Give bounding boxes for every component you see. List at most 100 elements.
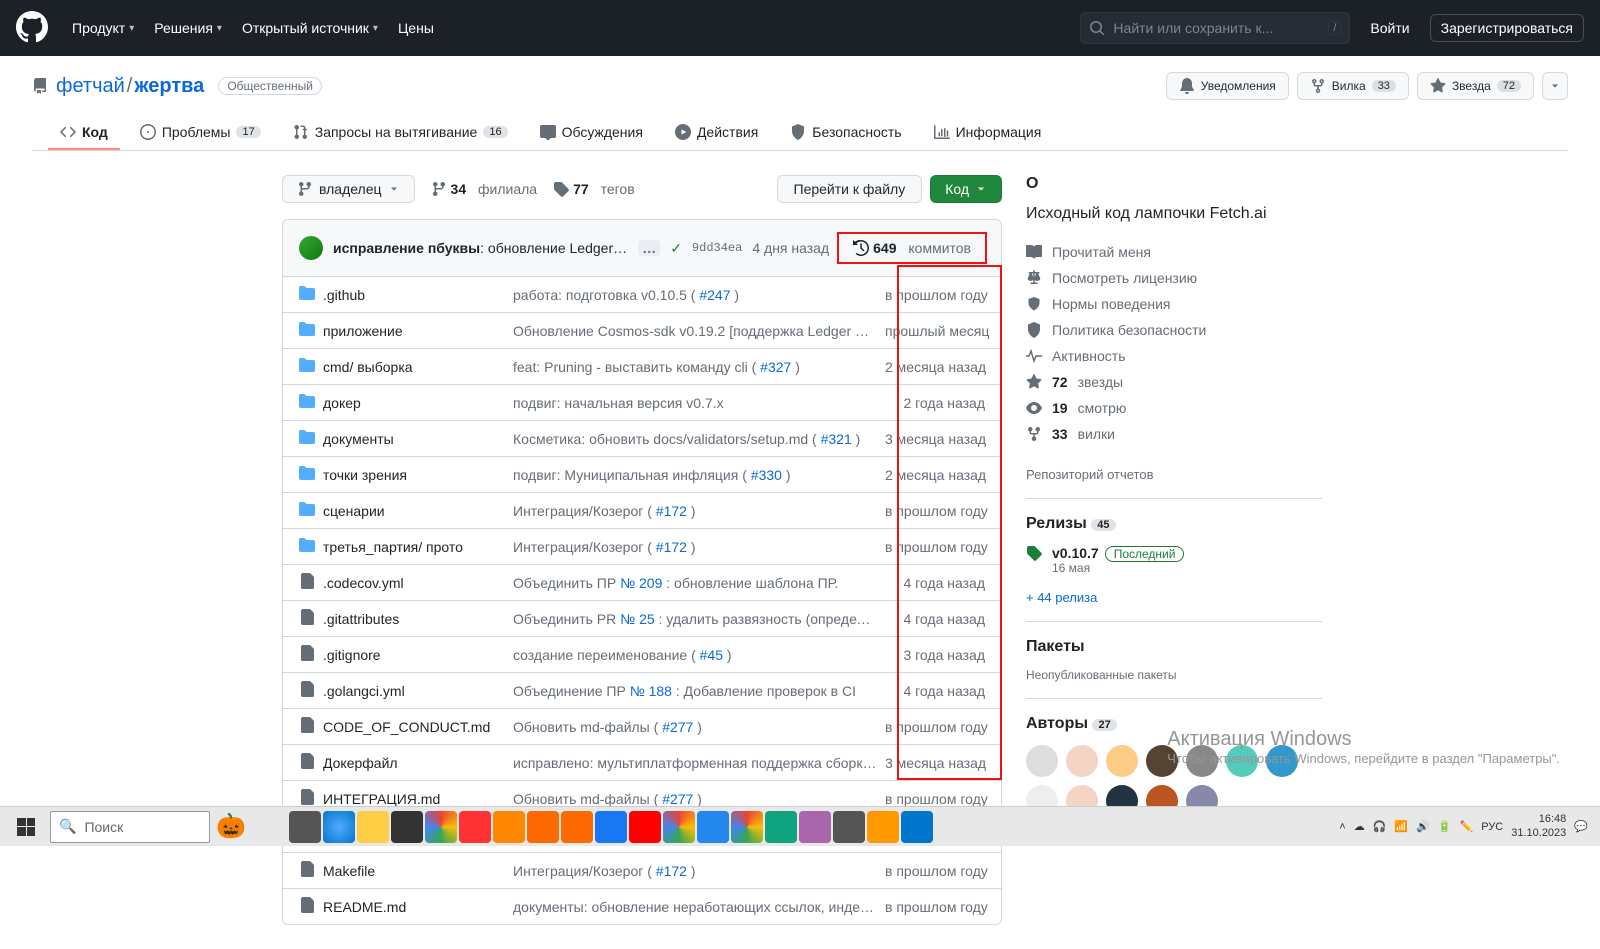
app-icon[interactable] [391,811,423,843]
commit-message[interactable]: Обновить md-файлы ( #277 ) [513,791,885,807]
app-icon[interactable] [799,811,831,843]
check-icon[interactable]: ✓ [670,240,682,257]
file-name[interactable]: .codecov.yml [323,575,513,591]
meta-item[interactable]: Прочитай меня [1026,239,1322,265]
commit-message[interactable]: исправление пбуквы: обновление Ledger-co… [333,240,628,256]
nav-item-0[interactable]: Продукт ▾ [64,14,142,42]
tags-link[interactable]: 77 тегов [553,181,635,197]
meta-item[interactable]: Посмотреть лицензию [1026,265,1322,291]
file-name[interactable]: .github [323,287,513,303]
app-icon[interactable] [867,811,899,843]
tray-icon[interactable]: 🔊 [1416,820,1430,833]
file-name[interactable]: .gitignore [323,647,513,663]
file-name[interactable]: Докерфайл [323,755,513,771]
commit-message[interactable]: исправлено: мультиплатформенная поддержк… [513,755,885,771]
commit-message[interactable]: Интеграция/Козерог ( #172 ) [513,863,885,879]
nav-item-2[interactable]: Открытый источник ▾ [234,14,386,42]
tab-shield[interactable]: Безопасность [778,116,913,150]
tray-icon[interactable]: 🔋 [1438,820,1452,833]
file-name[interactable]: третья_партия/ прото [323,539,513,555]
commit-message[interactable]: работа: подготовка v0.10.5 ( #247 ) [513,287,885,303]
commit-message[interactable]: документы: обновление неработающих ссыло… [513,899,885,915]
meta-item[interactable]: 33 вилки [1026,421,1322,447]
system-tray[interactable]: ˄ ☁ 🎧 📶 🔊 🔋 ✏️ РУС 16:48 31.10.2023 💬 [1339,813,1596,839]
github-logo-icon[interactable] [16,11,48,46]
tab-play[interactable]: Действия [663,116,770,150]
meta-item[interactable]: 19 смотрю [1026,395,1322,421]
file-name[interactable]: документы [323,431,513,447]
meta-item[interactable]: 72 звезды [1026,369,1322,395]
app-icon[interactable] [595,811,627,843]
nav-item-3[interactable]: Цены [390,14,442,42]
tab-graph[interactable]: Информация [922,116,1054,150]
file-name[interactable]: докер [323,395,513,411]
meta-item[interactable]: Политика безопасности [1026,317,1322,343]
search-input[interactable]: Найти или сохранить к... / [1080,12,1350,44]
app-icon[interactable] [663,811,695,843]
commit-message[interactable]: Объединение ПР № 188 : Добавление провер… [513,683,885,699]
commit-time[interactable]: 4 дня назад [752,240,829,256]
more-button[interactable]: … [638,240,660,256]
fork-button[interactable]: Вилка 33 [1297,72,1409,100]
latest-release[interactable]: v0.10.7Последний 16 мая [1026,545,1322,575]
report-repo-link[interactable]: Репозиторий отчетов [1026,467,1154,482]
app-icon[interactable] [561,811,593,843]
file-name[interactable]: CODE_OF_CONDUCT.md [323,719,513,735]
commit-message[interactable]: Косметика: обновить docs/validators/setu… [513,431,885,447]
tray-icon[interactable]: 📶 [1394,820,1408,833]
branches-link[interactable]: 34 филиала [431,181,538,197]
file-name[interactable]: приложение [323,323,513,339]
tray-icon[interactable]: ☁ [1354,820,1365,833]
tray-icon[interactable]: ✏️ [1460,820,1474,833]
meta-item[interactable]: Нормы поведения [1026,291,1322,317]
more-releases-link[interactable]: + 44 релиза [1026,590,1097,605]
tab-disc[interactable]: Обсуждения [528,116,655,150]
commit-message[interactable]: Обновление Cosmos-sdk v0.19.2 [поддержка… [513,323,885,339]
file-name[interactable]: README.md [323,899,513,915]
clock[interactable]: 16:48 31.10.2023 [1511,813,1566,839]
file-name[interactable]: Makefile [323,863,513,879]
contributors-heading[interactable]: Авторы 27 [1026,715,1322,733]
app-icon[interactable] [425,811,457,843]
taskbar-search[interactable]: 🔍 Поиск [50,811,210,843]
app-icon[interactable] [357,811,389,843]
file-name[interactable]: ИНТЕГРАЦИЯ.md [323,791,513,807]
app-icon[interactable] [901,811,933,843]
goto-file-button[interactable]: Перейти к файлу [777,175,923,203]
app-icon[interactable] [765,811,797,843]
owner-link[interactable]: фетчай [56,75,125,97]
tab-pr[interactable]: Запросы на вытягивание16 [281,116,520,150]
commits-count-link[interactable]: 649 коммитов [837,232,987,264]
commit-message[interactable]: Обновить md-файлы ( #277 ) [513,719,885,735]
tab-issue[interactable]: Проблемы17 [128,116,273,150]
commit-message[interactable]: создание переименование ( #45 ) [513,647,885,663]
repo-link[interactable]: жертва [134,75,204,97]
app-icon[interactable] [289,811,321,843]
app-icon[interactable] [459,811,491,843]
app-icon[interactable] [323,811,355,843]
notifications-button[interactable]: Уведомления [1166,72,1289,100]
language-indicator[interactable]: РУС [1481,821,1503,833]
commit-sha[interactable]: 9dd34ea [692,241,742,255]
releases-heading[interactable]: Релизы 45 [1026,515,1322,533]
app-icon[interactable] [527,811,559,843]
app-icon[interactable] [833,811,865,843]
file-name[interactable]: сценарии [323,503,513,519]
star-button[interactable]: Звезда 72 [1417,72,1534,100]
packages-heading[interactable]: Пакеты [1026,638,1322,656]
file-name[interactable]: cmd/ выборка [323,359,513,375]
app-icon[interactable] [731,811,763,843]
start-button[interactable] [4,809,48,845]
commit-message[interactable]: feat: Pruning - выставить команду cli ( … [513,359,885,375]
tray-icon[interactable]: ˄ [1339,821,1345,833]
signup-button[interactable]: Зарегистрироваться [1430,14,1584,42]
signin-link[interactable]: Войти [1362,16,1417,40]
tab-code[interactable]: Код [48,116,120,150]
meta-item[interactable]: Активность [1026,343,1322,369]
tray-icon[interactable]: 🎧 [1373,820,1387,833]
nav-item-1[interactable]: Решения ▾ [146,14,230,42]
commit-message[interactable]: Объединить ПР № 209 : обновление шаблона… [513,575,885,591]
file-name[interactable]: точки зрения [323,467,513,483]
commit-message[interactable]: Интеграция/Козерог ( #172 ) [513,539,885,555]
commit-message[interactable]: Объединить PR № 25 : удалить развязность… [513,611,885,627]
